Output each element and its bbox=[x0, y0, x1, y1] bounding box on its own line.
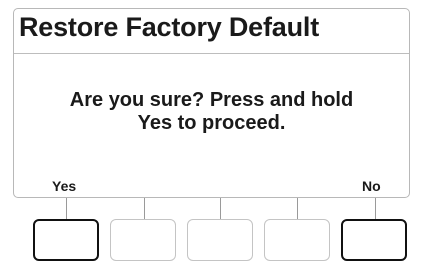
softkey-5-connector bbox=[375, 198, 376, 219]
no-button[interactable] bbox=[341, 219, 407, 261]
confirmation-message: Are you sure? Press and hold Yes to proc… bbox=[14, 89, 409, 135]
softkey-2-button[interactable] bbox=[110, 219, 176, 261]
message-line-2: Yes to proceed. bbox=[137, 112, 286, 134]
title-bar: Restore Factory Default bbox=[14, 9, 409, 54]
yes-button[interactable] bbox=[33, 219, 99, 261]
softkey-2-connector bbox=[144, 198, 145, 219]
yes-softkey-label: Yes bbox=[52, 178, 77, 194]
softkey-1-connector bbox=[66, 198, 67, 219]
softkey-3-connector bbox=[220, 198, 221, 219]
softkey-3-button[interactable] bbox=[187, 219, 253, 261]
softkey-4-connector bbox=[297, 198, 298, 219]
softkey-4-button[interactable] bbox=[264, 219, 330, 261]
no-softkey-label: No bbox=[362, 178, 381, 194]
screen-title: Restore Factory Default bbox=[19, 12, 319, 42]
message-line-1: Are you sure? Press and hold bbox=[69, 89, 354, 111]
display-screen: Restore Factory Default Are you sure? Pr… bbox=[13, 8, 410, 198]
